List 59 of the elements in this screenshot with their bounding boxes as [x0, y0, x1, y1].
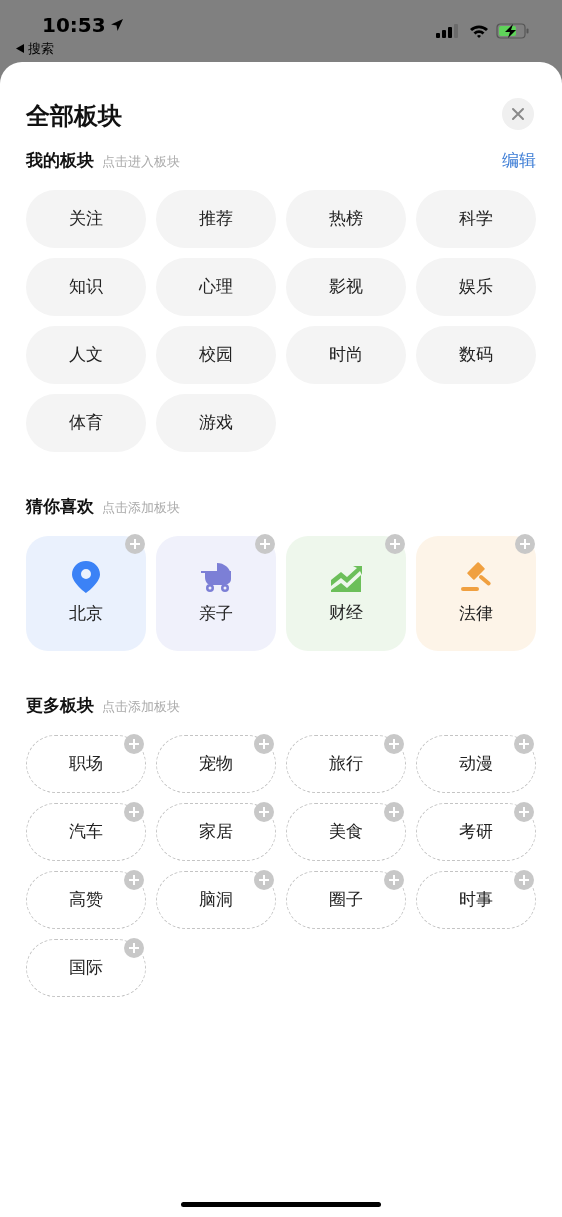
section-chip[interactable]: 人文 — [26, 326, 146, 384]
section-chip[interactable]: 数码 — [416, 326, 536, 384]
back-link[interactable]: 搜索 — [16, 39, 54, 59]
add-icon[interactable] — [254, 734, 274, 754]
add-icon[interactable] — [384, 802, 404, 822]
add-section-chip[interactable]: 动漫 — [416, 735, 536, 793]
add-section-chip[interactable]: 职场 — [26, 735, 146, 793]
card-label: 法律 — [459, 601, 493, 625]
suggested-section-card[interactable]: 北京 — [26, 536, 146, 651]
section-hint: 点击进入板块 — [102, 153, 180, 172]
section-chip[interactable]: 校园 — [156, 326, 276, 384]
add-icon[interactable] — [125, 534, 145, 554]
add-icon[interactable] — [124, 802, 144, 822]
section-chip[interactable]: 科学 — [416, 190, 536, 248]
add-icon[interactable] — [124, 870, 144, 890]
section-chip[interactable]: 影视 — [286, 258, 406, 316]
section-title: 猜你喜欢 — [26, 495, 94, 519]
section-chip[interactable]: 关注 — [26, 190, 146, 248]
add-icon[interactable] — [384, 870, 404, 890]
wifi-icon — [469, 24, 489, 38]
section-chip[interactable]: 心理 — [156, 258, 276, 316]
suggested-section-card[interactable]: 法律 — [416, 536, 536, 651]
add-icon[interactable] — [254, 802, 274, 822]
location-arrow-icon — [109, 18, 124, 32]
status-time: 10:53 — [42, 12, 106, 39]
add-icon[interactable] — [124, 938, 144, 958]
section-chip[interactable]: 热榜 — [286, 190, 406, 248]
section-title: 我的板块 — [26, 149, 94, 173]
add-icon[interactable] — [514, 870, 534, 890]
card-label: 北京 — [69, 601, 103, 625]
add-icon[interactable] — [514, 802, 534, 822]
suggested-section-card[interactable]: 亲子 — [156, 536, 276, 651]
add-icon[interactable] — [124, 734, 144, 754]
section-chip[interactable]: 娱乐 — [416, 258, 536, 316]
back-triangle-icon — [16, 44, 24, 54]
section-hint: 点击添加板块 — [102, 499, 180, 518]
section-chip[interactable]: 体育 — [26, 394, 146, 452]
section-title: 更多板块 — [26, 694, 94, 718]
add-icon[interactable] — [514, 734, 534, 754]
add-section-chip[interactable]: 宠物 — [156, 735, 276, 793]
add-icon[interactable] — [515, 534, 535, 554]
section-chip[interactable]: 游戏 — [156, 394, 276, 452]
add-icon[interactable] — [385, 534, 405, 554]
sheet-title: 全部板块 — [26, 101, 122, 132]
battery-charging-icon — [496, 23, 530, 39]
close-button[interactable] — [502, 98, 534, 130]
add-icon[interactable] — [254, 870, 274, 890]
add-icon[interactable] — [384, 734, 404, 754]
section-hint: 点击添加板块 — [102, 698, 180, 717]
close-icon — [511, 107, 525, 121]
card-label: 财经 — [329, 600, 363, 624]
card-label: 亲子 — [199, 601, 233, 625]
section-chip[interactable]: 推荐 — [156, 190, 276, 248]
section-chip[interactable]: 知识 — [26, 258, 146, 316]
section-chip[interactable]: 时尚 — [286, 326, 406, 384]
add-icon[interactable] — [255, 534, 275, 554]
edit-link[interactable]: 编辑 — [502, 148, 536, 174]
add-section-chip[interactable]: 旅行 — [286, 735, 406, 793]
suggested-section-card[interactable]: 财经 — [286, 536, 406, 651]
